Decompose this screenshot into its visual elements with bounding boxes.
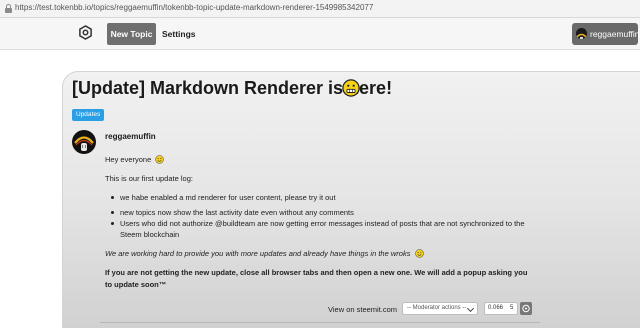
smile-emoji-icon: [155, 155, 165, 164]
bullet-dot: [111, 211, 114, 214]
list-item-continuation: Steem blockchain: [120, 230, 180, 239]
bullet-dot: [111, 196, 114, 199]
greeting-line: Hey everyone: [105, 155, 165, 164]
user-menu-button[interactable]: reggaemuffin: [572, 23, 640, 45]
bullet-dot: [111, 222, 114, 225]
new-topic-button[interactable]: New Topic: [107, 23, 156, 45]
settings-link[interactable]: Settings: [162, 23, 196, 45]
moderator-actions-select[interactable]: -- Moderator actions --: [402, 302, 478, 315]
url-text[interactable]: https://test.tokenbb.io/topics/reggaemuf…: [15, 3, 373, 12]
author-name[interactable]: reggaemuffin: [105, 132, 156, 141]
intro-text: This is our first update log:: [105, 174, 193, 183]
upvote-button[interactable]: [520, 302, 532, 315]
vote-widget[interactable]: 0.066 5: [484, 302, 518, 315]
greeting-text: Hey everyone: [105, 155, 152, 164]
chevron-down-icon: [466, 304, 475, 313]
list-item: we habe enabled a md renderer for user c…: [120, 193, 336, 202]
upvote-icon: [522, 304, 530, 313]
top-navbar: New Topic Settings reggaemuffin: [0, 18, 640, 50]
working-text: We are working hard to provide you with …: [105, 249, 411, 258]
moderator-actions-value: -- Moderator actions --: [407, 305, 467, 311]
list-item: Users who did not authorize @buildteam a…: [120, 219, 525, 228]
author-avatar[interactable]: [72, 130, 96, 154]
tokenbb-logo-icon[interactable]: [78, 25, 93, 40]
smile-emoji-icon: [414, 249, 424, 258]
notice-line-1: If you are not getting the new update, c…: [105, 268, 528, 277]
lock-icon: [5, 4, 12, 14]
list-item: new topics now show the last activity da…: [120, 208, 354, 217]
divider: [100, 322, 540, 323]
notice-line-2: to update soon™: [105, 280, 167, 289]
view-on-steemit-link[interactable]: View on steemit.com: [328, 305, 397, 314]
category-badge[interactable]: Updates: [72, 109, 105, 121]
address-bar[interactable]: https://test.tokenbb.io/topics/reggaemuf…: [0, 0, 640, 18]
vote-count: 5: [510, 305, 514, 311]
user-avatar-icon: [576, 28, 587, 39]
vote-amount: 0.066: [488, 305, 504, 311]
user-menu-name: reggaemuffin: [590, 29, 640, 39]
grimacing-emoji-icon: [342, 79, 360, 97]
working-line: We are working hard to provide you with …: [105, 249, 424, 258]
